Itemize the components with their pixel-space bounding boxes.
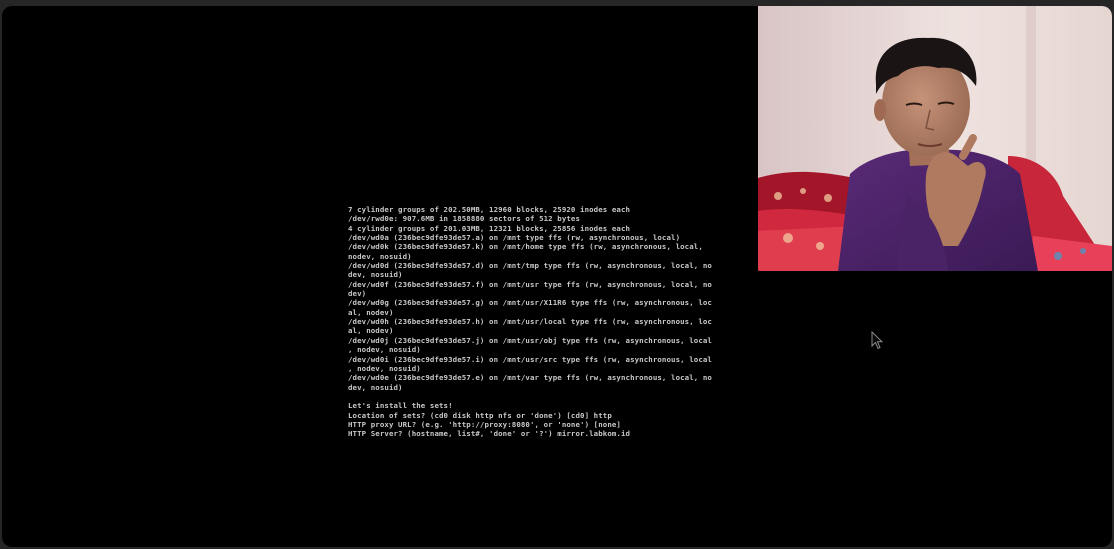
webcam-image [758, 6, 1112, 271]
terminal-line: Location of sets? (cd0 disk http nfs or … [348, 410, 612, 420]
terminal-line: /dev/wd0a (236bec9dfe93de57.a) on /mnt t… [348, 233, 681, 243]
terminal-output: 7 cylinder groups of 202.50MB, 12960 blo… [348, 205, 770, 439]
terminal-line: /dev/wd0i (236bec9dfe93de57.i) on /mnt/u… [348, 354, 712, 364]
terminal-line: dev, nosuid) [348, 270, 403, 280]
terminal-line: 4 cylinder groups of 201.03MB, 12321 blo… [348, 223, 631, 233]
terminal-line: , nodev, nosuid) [348, 363, 421, 373]
terminal-line: al, nodev) [348, 326, 394, 336]
vm-screen[interactable]: 7 cylinder groups of 202.50MB, 12960 blo… [2, 6, 1112, 547]
app-frame: 7 cylinder groups of 202.50MB, 12960 blo… [0, 0, 1114, 549]
terminal-line: al, nodev) [348, 307, 394, 317]
terminal-line: , nodev, nosuid) [348, 345, 421, 355]
terminal-line: dev) [348, 289, 367, 299]
terminal-line: /dev/wd0j (236bec9dfe93de57.j) on /mnt/u… [348, 335, 712, 345]
terminal-line: /dev/wd0e (236bec9dfe93de57.e) on /mnt/v… [348, 373, 712, 383]
terminal-line: /dev/rwd0e: 907.6MB in 1858880 sectors o… [348, 214, 581, 224]
terminal-line: 7 cylinder groups of 202.50MB, 12960 blo… [348, 205, 631, 214]
terminal-line: HTTP Server? (hostname, list#, 'done' or… [348, 429, 631, 439]
terminal-line: /dev/wd0f (236bec9dfe93de57.f) on /mnt/u… [348, 279, 712, 289]
terminal-line: Let's install the sets! [348, 401, 453, 411]
terminal-line: HTTP proxy URL? (e.g. 'http://proxy:8080… [348, 419, 621, 429]
mouse-pointer-icon [871, 331, 884, 350]
terminal-line: nodev, nosuid) [348, 251, 412, 261]
terminal-line: /dev/wd0h (236bec9dfe93de57.h) on /mnt/u… [348, 317, 712, 327]
webcam-overlay [758, 6, 1112, 271]
terminal-line: /dev/wd0k (236bec9dfe93de57.k) on /mnt/h… [348, 242, 703, 252]
terminal-line: /dev/wd0g (236bec9dfe93de57.g) on /mnt/u… [348, 298, 712, 308]
terminal-line: dev, nosuid) [348, 382, 403, 392]
terminal-line: /dev/wd0d (236bec9dfe93de57.d) on /mnt/t… [348, 261, 712, 271]
